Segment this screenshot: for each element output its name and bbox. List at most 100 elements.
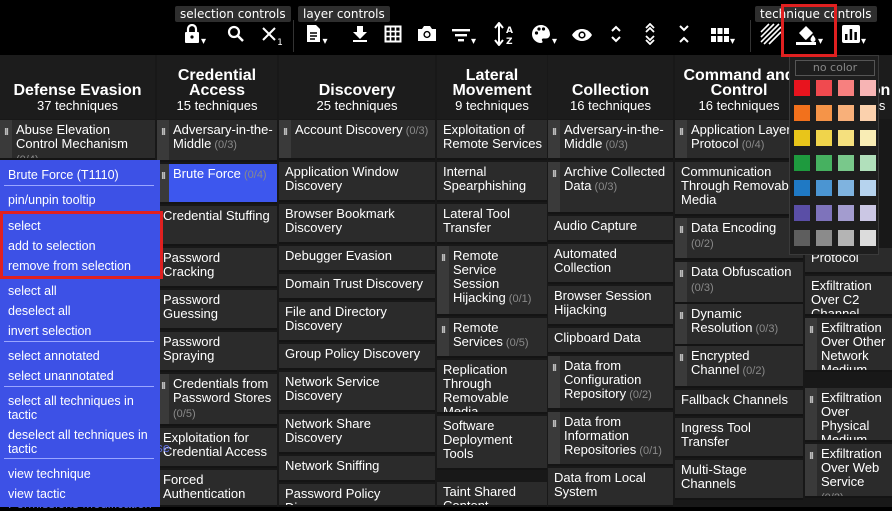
- deselect-button[interactable]: 1: [259, 22, 285, 50]
- subtechnique-toggle-handle[interactable]: II: [805, 318, 817, 370]
- subtechnique-toggle-handle[interactable]: II: [675, 262, 687, 302]
- color-swatch[interactable]: [860, 80, 876, 96]
- expand-subtechniques-button[interactable]: [605, 22, 627, 50]
- layout-button[interactable]: ▾: [706, 22, 740, 50]
- subtechnique-toggle-handle[interactable]: II: [437, 246, 449, 314]
- technique-cell[interactable]: Network Share Discovery: [279, 414, 435, 454]
- technique-cell[interactable]: II Brute Force (0/4): [157, 164, 277, 204]
- technique-cell[interactable]: Fallback Channels: [675, 390, 803, 416]
- color-swatch[interactable]: [816, 230, 832, 246]
- color-swatch[interactable]: [860, 205, 876, 221]
- color-swatch[interactable]: [860, 105, 876, 121]
- technique-cell[interactable]: II Data Encoding (0/2): [675, 218, 803, 260]
- technique-cell[interactable]: II Adversary-in-the-Middle (0/3): [548, 120, 673, 160]
- technique-cell[interactable]: II Exfiltration Over Web Service (0/2): [805, 444, 892, 498]
- technique-cell[interactable]: II Remote Service Session Hijacking (0/1): [437, 246, 547, 316]
- menu-deselect-all-in-tactic[interactable]: deselect all techniques in tactic: [8, 428, 156, 456]
- technique-cell[interactable]: II Exfiltration Over Other Network Medium…: [805, 318, 892, 372]
- menu-add-to-selection[interactable]: add to selection: [8, 239, 96, 253]
- subtechnique-toggle-handle[interactable]: II: [437, 318, 449, 356]
- subtechnique-toggle-handle[interactable]: II: [548, 412, 560, 464]
- technique-cell[interactable]: II Application Layer Protocol (0/4): [675, 120, 803, 160]
- subtechnique-toggle-handle[interactable]: II: [279, 120, 291, 158]
- technique-cell[interactable]: Audio Capture: [548, 216, 673, 242]
- color-swatch[interactable]: [838, 80, 854, 96]
- technique-cell[interactable]: Password Guessing: [157, 290, 277, 330]
- menu-select-all[interactable]: select all: [8, 284, 57, 298]
- technique-cell[interactable]: Exploitation for Credential Access: [157, 428, 277, 468]
- technique-cell[interactable]: Ingress Tool Transfer: [675, 418, 803, 458]
- subtechnique-toggle-handle[interactable]: II: [675, 218, 687, 258]
- technique-cell[interactable]: Taint Shared Content: [437, 482, 547, 507]
- color-swatch[interactable]: [860, 130, 876, 146]
- layer-info-button[interactable]: ▾: [302, 22, 332, 50]
- color-swatch[interactable]: [838, 205, 854, 221]
- technique-cell[interactable]: Credential Stuffing: [157, 206, 277, 246]
- subtechnique-toggle-handle[interactable]: II: [675, 120, 687, 158]
- lock-button[interactable]: ▾: [180, 22, 210, 50]
- technique-cell[interactable]: II Archive Collected Data (0/3): [548, 162, 673, 214]
- subtechnique-toggle-handle[interactable]: II: [157, 120, 169, 160]
- color-swatch[interactable]: [860, 230, 876, 246]
- technique-cell[interactable]: II Data Obfuscation (0/3): [675, 262, 803, 304]
- technique-cell[interactable]: Group Policy Discovery: [279, 344, 435, 370]
- tactic-header[interactable]: Defense Evasion 37 techniques: [0, 55, 155, 119]
- download-button[interactable]: [347, 22, 373, 50]
- technique-cell[interactable]: Password Policy Discovery: [279, 484, 435, 507]
- tactic-header[interactable]: Discovery 25 techniques: [279, 55, 435, 119]
- tactic-header[interactable]: Credential Access 15 techniques: [157, 55, 277, 119]
- technique-cell[interactable]: II Credentials from Password Stores (0/5): [157, 374, 277, 426]
- technique-cell[interactable]: Internal Spearphishing: [437, 162, 547, 202]
- color-swatch[interactable]: [838, 130, 854, 146]
- color-swatch[interactable]: [816, 130, 832, 146]
- subtechnique-toggle-handle[interactable]: II: [548, 356, 560, 408]
- technique-cell[interactable]: Multi-Stage Channels: [675, 460, 803, 500]
- color-setup-button[interactable]: ▾: [527, 22, 561, 50]
- color-swatch[interactable]: [816, 180, 832, 196]
- menu-pin-tooltip[interactable]: pin/unpin tooltip: [8, 193, 96, 207]
- scoring-button[interactable]: ▾: [838, 22, 870, 50]
- color-swatch[interactable]: [794, 230, 810, 246]
- filter-button[interactable]: ▾: [449, 22, 479, 50]
- color-swatch[interactable]: [838, 105, 854, 121]
- technique-cell[interactable]: II Remote Services (0/5): [437, 318, 547, 358]
- technique-cell[interactable]: Network Service Discovery: [279, 372, 435, 412]
- color-swatch[interactable]: [838, 180, 854, 196]
- menu-select-unannotated[interactable]: select unannotated: [8, 369, 114, 383]
- technique-cell[interactable]: II Data from Configuration Repository (0/…: [548, 356, 673, 410]
- color-swatch[interactable]: [794, 180, 810, 196]
- color-swatch[interactable]: [860, 180, 876, 196]
- search-button[interactable]: [223, 22, 249, 50]
- technique-cell[interactable]: Password Cracking: [157, 248, 277, 288]
- technique-cell[interactable]: Software Deployment Tools: [437, 416, 547, 470]
- menu-deselect-all[interactable]: deselect all: [8, 304, 71, 318]
- export-excel-button[interactable]: [380, 22, 406, 50]
- technique-cell[interactable]: Exfiltration Over C2 Channel: [805, 276, 892, 316]
- color-swatch[interactable]: [794, 205, 810, 221]
- color-swatch[interactable]: [816, 155, 832, 171]
- color-swatch[interactable]: [794, 155, 810, 171]
- collapse-subtechniques-button[interactable]: [673, 22, 695, 50]
- subtechnique-toggle-handle[interactable]: II: [805, 444, 817, 496]
- tactic-header[interactable]: Command and Control 16 techniques: [675, 55, 803, 119]
- subtechnique-toggle-handle[interactable]: II: [0, 120, 12, 158]
- technique-cell[interactable]: Application Window Discovery: [279, 162, 435, 202]
- technique-cell[interactable]: Lateral Tool Transfer: [437, 204, 547, 244]
- subtechnique-toggle-handle[interactable]: II: [548, 162, 560, 212]
- technique-cell[interactable]: II Encrypted Channel (0/2): [675, 346, 803, 388]
- subtechnique-toggle-handle[interactable]: II: [675, 304, 687, 344]
- menu-invert-selection[interactable]: invert selection: [8, 324, 91, 338]
- technique-cell[interactable]: Domain Trust Discovery: [279, 274, 435, 300]
- technique-cell[interactable]: Replication Through Removable Media: [437, 360, 547, 414]
- menu-select[interactable]: select: [8, 219, 41, 233]
- technique-cell[interactable]: Browser Session Hijacking: [548, 286, 673, 326]
- show-subtechniques-button[interactable]: [639, 22, 661, 50]
- subtechnique-toggle-handle[interactable]: II: [548, 120, 560, 158]
- subtechnique-toggle-handle[interactable]: II: [805, 388, 817, 440]
- menu-select-all-in-tactic[interactable]: select all techniques in tactic: [8, 394, 156, 422]
- technique-cell[interactable]: IIExfiltration Over Physical Medium (0/1…: [805, 388, 892, 442]
- technique-cell[interactable]: Communication Through Removable Media: [675, 162, 803, 216]
- color-swatch[interactable]: [816, 205, 832, 221]
- technique-cell[interactable]: Automated Collection: [548, 244, 673, 284]
- technique-cell[interactable]: II Abuse Elevation Control Mechanism (0/4…: [0, 120, 155, 160]
